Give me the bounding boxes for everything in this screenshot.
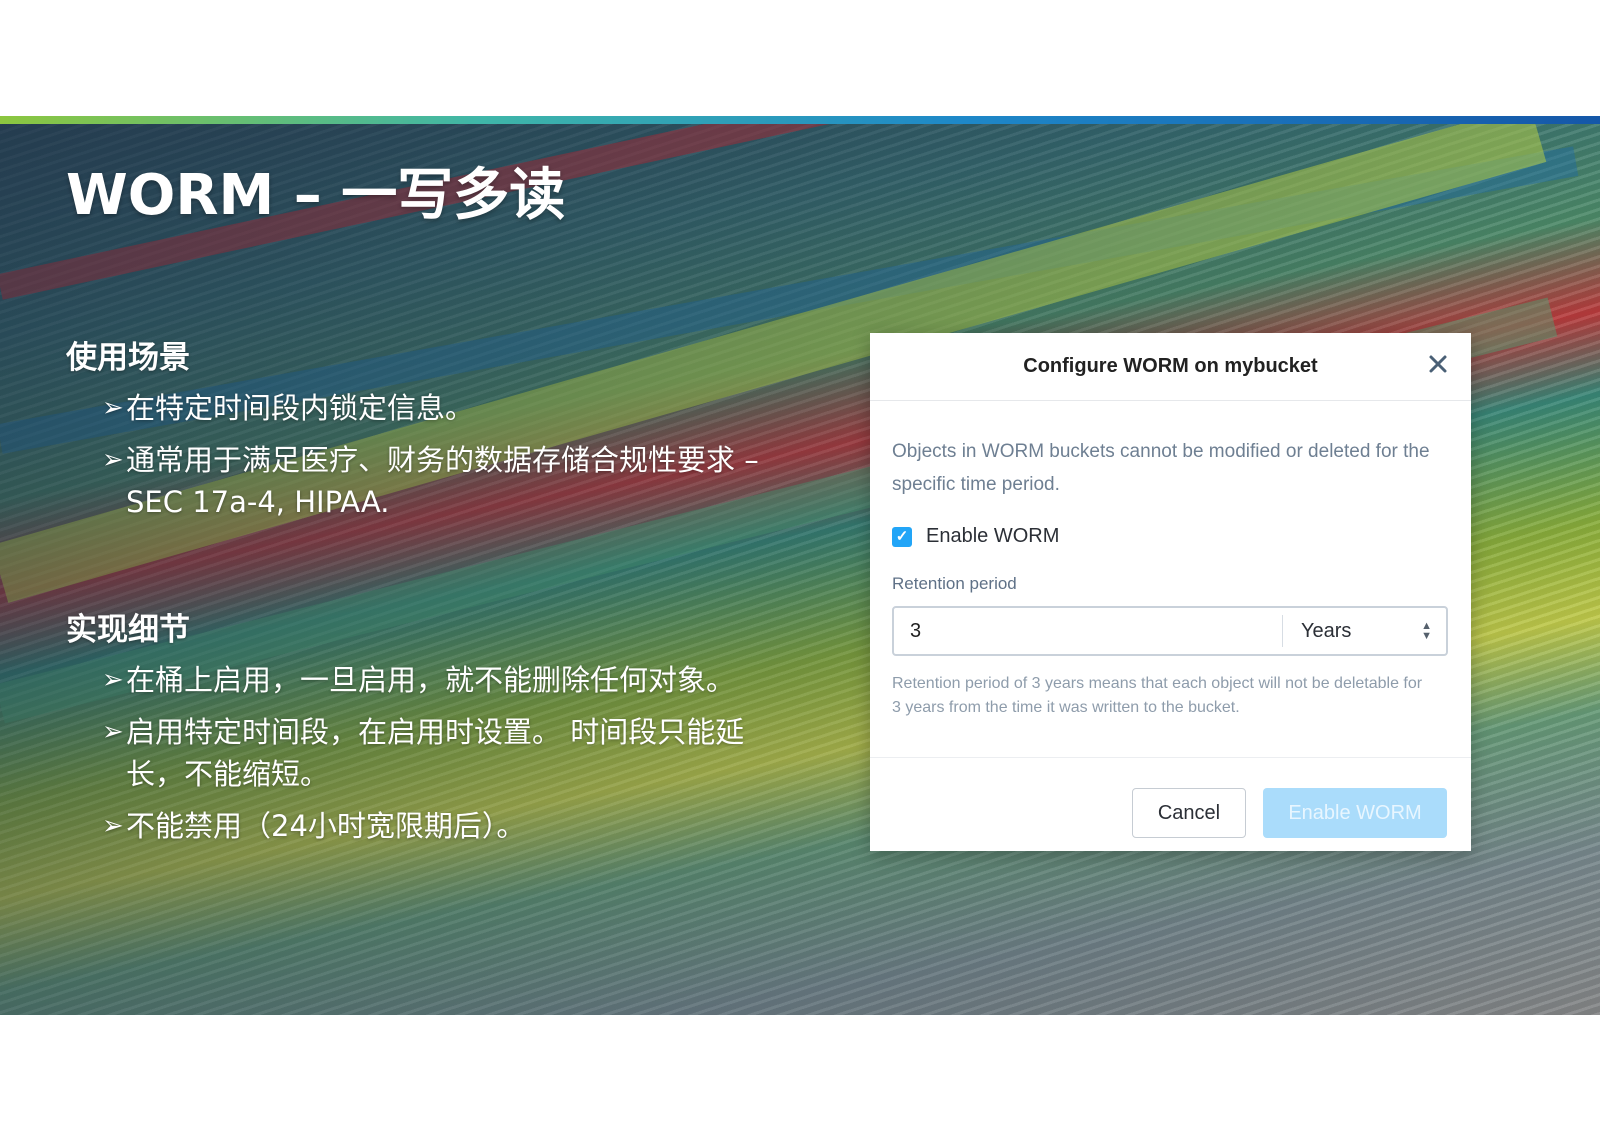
section-heading: 使用场景 <box>66 340 190 376</box>
bullet-text: 不能禁用（24小时宽限期后）。 <box>126 809 526 843</box>
slide-title: WORM – 一写多读 <box>66 163 566 228</box>
arrow-bullet-icon: ➢ <box>102 393 124 423</box>
list-item: ➢ 在特定时间段内锁定信息。 <box>66 387 786 429</box>
section-use-cases: 使用场景 ➢ 在特定时间段内锁定信息。 ➢ 通常用于满足医疗、财务的数据存储合规… <box>66 332 786 533</box>
cancel-button[interactable]: Cancel <box>1132 788 1246 838</box>
bullet-text: 在特定时间段内锁定信息。 <box>126 391 475 425</box>
checkmark-icon: ✓ <box>895 527 909 545</box>
bullet-text: 通常用于满足医疗、财务的数据存储合规性要求 – SEC 17a-4, HIPAA… <box>126 443 759 519</box>
section-implementation: 实现细节 ➢ 在桶上启用，一旦启用，就不能删除任何对象。 ➢ 启用特定时间段，在… <box>66 604 786 857</box>
enable-worm-label[interactable]: Enable WORM <box>926 525 1059 548</box>
section-heading: 实现细节 <box>66 612 190 648</box>
retention-unit-select[interactable]: Years ▲ ▼ <box>1282 615 1446 647</box>
bullet-text: 启用特定时间段，在启用时设置。 时间段只能延长，不能缩短。 <box>126 715 745 791</box>
list-item: ➢ 在桶上启用，一旦启用，就不能删除任何对象。 <box>66 659 786 701</box>
retention-period-label: Retention period <box>892 574 1017 593</box>
dialog-header: Configure WORM on mybucket <box>870 333 1471 401</box>
bullet-list: ➢ 在桶上启用，一旦启用，就不能删除任何对象。 ➢ 启用特定时间段，在启用时设置… <box>66 659 786 847</box>
enable-worm-checkbox[interactable]: ✓ <box>892 526 912 547</box>
list-item: ➢ 启用特定时间段，在启用时设置。 时间段只能延长，不能缩短。 <box>66 711 786 795</box>
close-icon[interactable] <box>1423 349 1453 379</box>
configure-worm-dialog: Configure WORM on mybucket Objects in WO… <box>870 333 1471 851</box>
dialog-footer: Cancel Enable WORM <box>870 758 1471 850</box>
bullet-list: ➢ 在特定时间段内锁定信息。 ➢ 通常用于满足医疗、财务的数据存储合规性要求 –… <box>66 387 786 523</box>
arrow-bullet-icon: ➢ <box>102 445 124 475</box>
arrow-bullet-icon: ➢ <box>102 717 124 747</box>
dialog-title: Configure WORM on mybucket <box>1023 355 1318 377</box>
retention-unit-value: Years <box>1301 619 1352 642</box>
close-icon-glyph <box>1429 355 1447 373</box>
select-arrows-icon: ▲ ▼ <box>1421 620 1432 642</box>
arrow-bullet-icon: ➢ <box>102 665 124 695</box>
list-item: ➢ 通常用于满足医疗、财务的数据存储合规性要求 – SEC 17a-4, HIP… <box>66 439 786 523</box>
bullet-text: 在桶上启用，一旦启用，就不能删除任何对象。 <box>126 663 736 697</box>
retention-period-field: Years ▲▼ <box>892 606 1448 656</box>
accent-bar <box>0 116 1600 124</box>
retention-period-input[interactable] <box>894 608 1282 654</box>
enable-worm-row: ✓ Enable WORM <box>892 525 1449 548</box>
dialog-body: Objects in WORM buckets cannot be modifi… <box>870 401 1471 758</box>
retention-hint: Retention period of 3 years means that e… <box>892 675 1423 716</box>
dialog-description: Objects in WORM buckets cannot be modifi… <box>892 441 1430 495</box>
arrow-bullet-icon: ➢ <box>102 811 124 841</box>
enable-worm-button[interactable]: Enable WORM <box>1263 788 1447 838</box>
list-item: ➢ 不能禁用（24小时宽限期后）。 <box>66 805 786 847</box>
